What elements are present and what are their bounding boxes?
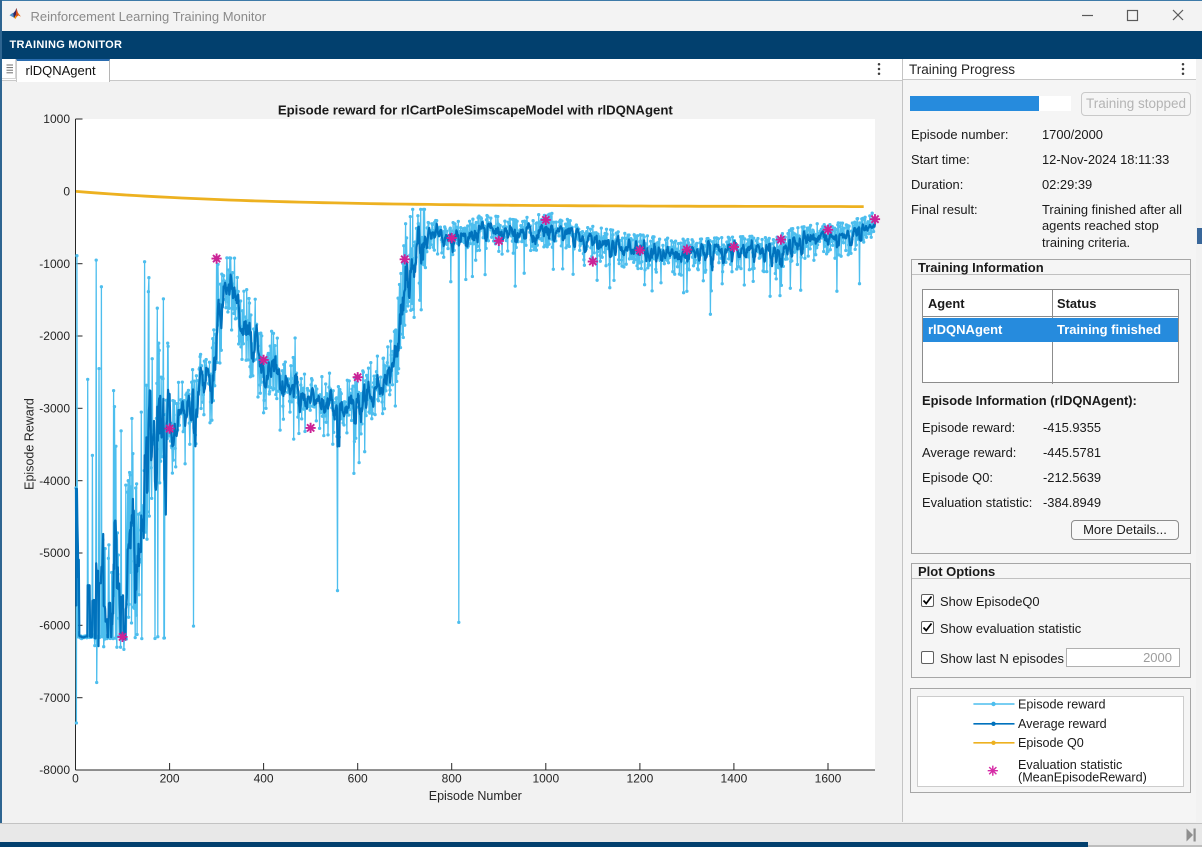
svg-text:-5000: -5000 [39, 546, 70, 560]
svg-text:1200: 1200 [626, 772, 653, 786]
svg-text:0: 0 [72, 772, 79, 786]
svg-text:1600: 1600 [814, 772, 841, 786]
svg-text:800: 800 [441, 772, 461, 786]
svg-text:0: 0 [63, 185, 70, 199]
svg-text:1000: 1000 [532, 772, 559, 786]
svg-text:-2000: -2000 [39, 329, 70, 343]
svg-text:200: 200 [159, 772, 179, 786]
svg-text:600: 600 [347, 772, 367, 786]
svg-text:1000: 1000 [43, 112, 70, 126]
svg-text:-7000: -7000 [39, 691, 70, 705]
svg-text:-8000: -8000 [39, 763, 70, 777]
svg-text:Episode Q0: Episode Q0 [1018, 736, 1084, 750]
svg-text:1400: 1400 [720, 772, 747, 786]
svg-text:(MeanEpisodeReward): (MeanEpisodeReward) [1018, 770, 1147, 784]
svg-text:Episode reward: Episode reward [1018, 697, 1106, 711]
svg-text:-1000: -1000 [39, 257, 70, 271]
svg-text:-4000: -4000 [39, 474, 70, 488]
svg-text:-3000: -3000 [39, 402, 70, 416]
svg-text:400: 400 [253, 772, 273, 786]
svg-text:Average reward: Average reward [1018, 717, 1107, 731]
svg-text:Episode Reward: Episode Reward [22, 398, 36, 490]
svg-text:-6000: -6000 [39, 619, 70, 633]
svg-text:Episode Number: Episode Number [428, 789, 521, 803]
svg-text:Episode reward for rlCartPoleS: Episode reward for rlCartPoleSimscapeMod… [277, 102, 673, 117]
